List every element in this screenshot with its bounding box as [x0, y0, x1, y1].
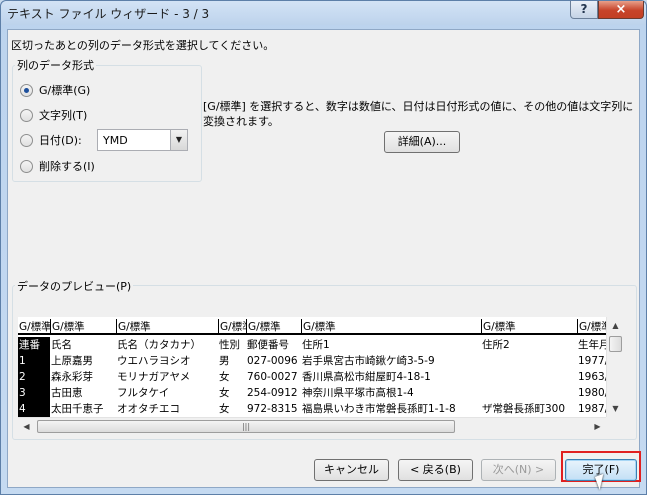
- table-row: 4 太田千恵子 オオタチエコ 女 972-8315 福島県いわき市常磐長孫町1-…: [18, 401, 606, 417]
- table-cell: オオタチエコ: [117, 403, 180, 415]
- radio-skip-label: 削除する(I): [39, 160, 95, 173]
- table-cell: 027-0096: [247, 355, 298, 367]
- dialog-body: 区切ったあとの列のデータ形式を選択してください。 列のデータ形式 G/標準(G)…: [7, 29, 641, 488]
- table-cell: 神奈川県平塚市高根1-4: [302, 387, 414, 399]
- table-cell: 女: [219, 403, 230, 415]
- col-header[interactable]: G/標準: [481, 319, 577, 335]
- table-cell: 香川県高松市紺屋町4-18-1: [302, 371, 431, 383]
- col-header[interactable]: G/標準: [246, 319, 301, 335]
- table-row: 3 古田恵 フルタケイ 女 254-0912 神奈川県平塚市高根1-4 1980…: [18, 385, 606, 401]
- col-header[interactable]: G/標準: [50, 319, 116, 335]
- date-format-value: YMD: [103, 134, 128, 147]
- table-cell: 女: [219, 371, 230, 383]
- table-row: 2 森永彩芽 モリナガアヤメ 女 760-0027 香川県高松市紺屋町4-18-…: [18, 369, 606, 385]
- table-cell: 上原嘉男: [51, 355, 93, 367]
- table-cell: 郵便番号: [247, 339, 289, 351]
- radio-skip[interactable]: 削除する(I): [20, 158, 95, 174]
- radio-general-label: G/標準(G): [39, 84, 91, 97]
- data-preview-grid[interactable]: G/標準 G/標準 G/標準 G/標準 G/標準 G/標準 G/標準 G/標準 …: [18, 317, 606, 417]
- column-format-legend: 列のデータ形式: [15, 57, 96, 73]
- radio-date[interactable]: 日付(D):: [20, 132, 82, 148]
- table-cell: [481, 369, 577, 385]
- preview-legend: データのプレビュー(P): [15, 278, 134, 294]
- instruction-text: 区切ったあとの列のデータ形式を選択してください。: [11, 39, 275, 52]
- col-header[interactable]: G/標準: [116, 319, 218, 335]
- radio-general-indicator[interactable]: [20, 83, 33, 97]
- scroll-right-icon[interactable]: ▶: [589, 418, 606, 435]
- table-cell: [481, 353, 577, 369]
- col-header[interactable]: G/標準: [301, 319, 481, 335]
- table-cell: 1980/5: [578, 387, 606, 399]
- next-button[interactable]: 次へ(N) >: [481, 459, 556, 481]
- chevron-down-icon[interactable]: ▼: [170, 130, 187, 150]
- table-cell: 1: [18, 353, 50, 369]
- table-cell: 氏名: [51, 339, 72, 351]
- back-button[interactable]: < 戻る(B): [398, 459, 473, 481]
- table-cell: 福島県いわき市常磐長孫町1-1-8: [302, 403, 456, 415]
- cancel-button[interactable]: キャンセル: [314, 459, 389, 481]
- scroll-up-icon[interactable]: ▲: [607, 317, 624, 334]
- radio-text-label: 文字列(T): [39, 109, 88, 122]
- table-cell: ウエハラヨシオ: [117, 355, 191, 367]
- window-title: テキスト ファイル ウィザード - 3 / 3: [7, 7, 210, 21]
- preview-header-row: G/標準 G/標準 G/標準 G/標準 G/標準 G/標準 G/標準 G/標準: [18, 319, 606, 335]
- radio-skip-indicator[interactable]: [20, 159, 33, 173]
- vertical-scroll-thumb[interactable]: [609, 336, 622, 352]
- date-format-select[interactable]: YMD ▼: [97, 129, 188, 151]
- table-cell: 氏名（カタカナ）: [117, 339, 201, 351]
- close-button[interactable]: ×: [598, 1, 644, 19]
- radio-text-indicator[interactable]: [20, 108, 33, 122]
- table-cell: 1987/8: [578, 403, 606, 415]
- table-cell: 4: [18, 401, 50, 417]
- table-cell: 森永彩芽: [51, 371, 93, 383]
- table-cell: 生年月: [578, 339, 606, 351]
- table-cell: 岩手県宮古市崎鍬ケ崎3-5-9: [302, 355, 435, 367]
- radio-date-label: 日付(D):: [39, 134, 82, 147]
- table-row: 1 上原嘉男 ウエハラヨシオ 男 027-0096 岩手県宮古市崎鍬ケ崎3-5-…: [18, 353, 606, 369]
- table-cell: 男: [219, 355, 230, 367]
- radio-general[interactable]: G/標準(G): [20, 82, 90, 98]
- scroll-down-icon[interactable]: ▼: [607, 400, 624, 417]
- radio-date-indicator[interactable]: [20, 133, 33, 147]
- table-cell: 住所1: [302, 339, 330, 351]
- wizard-window: テキスト ファイル ウィザード - 3 / 3 ? × 区切ったあとの列のデータ…: [0, 0, 647, 495]
- preview-vertical-scrollbar[interactable]: ▲ ▼: [606, 317, 623, 417]
- table-cell: 女: [219, 387, 230, 399]
- table-cell: 3: [18, 385, 50, 401]
- table-cell: ザ常磐長孫町300: [482, 403, 566, 415]
- table-cell: 2: [18, 369, 50, 385]
- table-cell: 1977/7: [578, 355, 606, 367]
- scroll-left-icon[interactable]: ◀: [18, 418, 35, 435]
- col-header[interactable]: G/標準: [218, 319, 246, 335]
- table-cell: 性別: [219, 339, 240, 351]
- col-header[interactable]: G/標準: [577, 319, 606, 335]
- title-bar: テキスト ファイル ウィザード - 3 / 3 ? ×: [1, 1, 646, 25]
- col-header[interactable]: G/標準: [18, 319, 50, 335]
- table-cell: 760-0027: [247, 371, 298, 383]
- table-cell: モリナガアヤメ: [117, 371, 191, 383]
- description-line-2: 変換されます。: [203, 115, 279, 128]
- table-cell: 972-8315: [247, 403, 298, 415]
- preview-horizontal-scrollbar[interactable]: ◀ ||| ▶: [18, 417, 606, 434]
- table-cell: フルタケイ: [117, 387, 170, 399]
- table-cell: 254-0912: [247, 387, 298, 399]
- advanced-button[interactable]: 詳細(A)...: [384, 131, 460, 153]
- table-cell: 連番: [18, 337, 50, 353]
- table-cell: 太田千恵子: [51, 403, 104, 415]
- horizontal-scroll-thumb[interactable]: |||: [37, 420, 455, 433]
- table-cell: [481, 385, 577, 401]
- radio-text[interactable]: 文字列(T): [20, 107, 87, 123]
- description-line-1: [G/標準] を選択すると、数字は数値に、日付は日付形式の値に、その他の値は文字…: [203, 100, 634, 113]
- table-cell: 1963/3: [578, 371, 606, 383]
- table-cell: 住所2: [482, 339, 510, 351]
- help-button[interactable]: ?: [570, 1, 598, 19]
- table-row: 連番 氏名 氏名（カタカナ） 性別 郵便番号 住所1 住所2 生年月: [18, 337, 606, 353]
- table-cell: 古田恵: [51, 387, 83, 399]
